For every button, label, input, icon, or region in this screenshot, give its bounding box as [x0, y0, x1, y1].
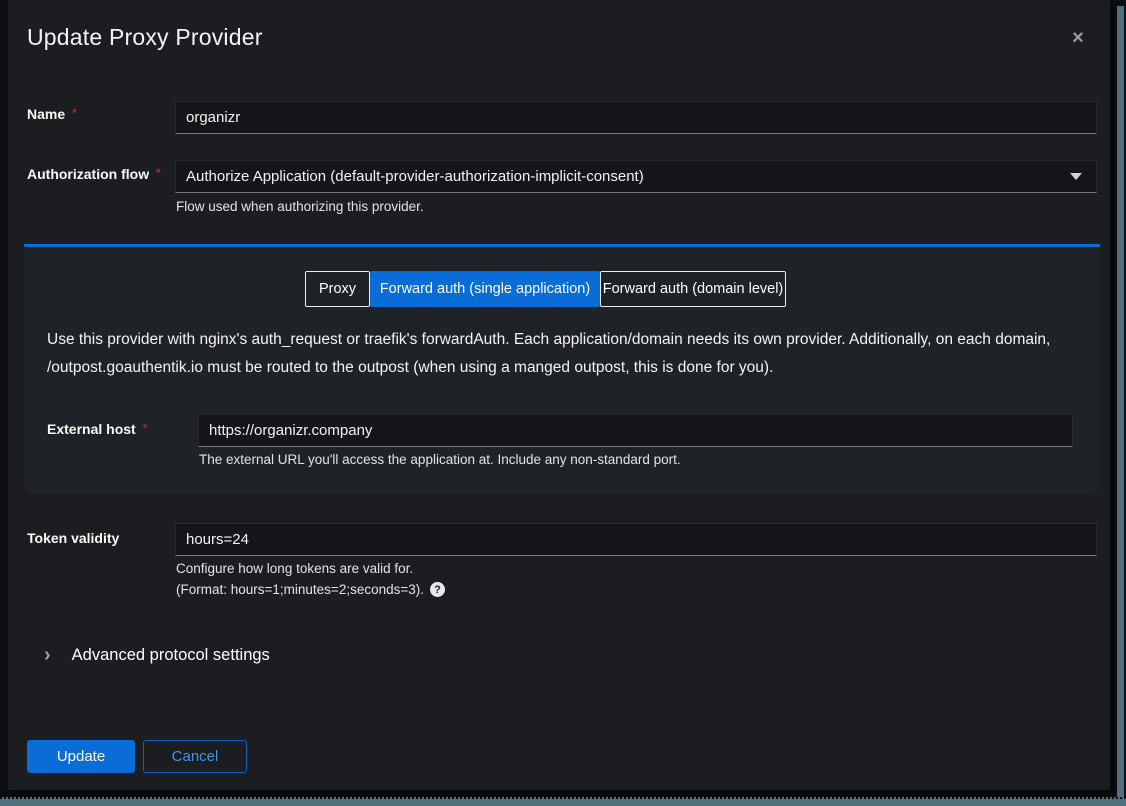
external-host-label-text: External host	[47, 421, 136, 437]
advanced-protocol-settings-expander[interactable]: › Advanced protocol settings	[44, 645, 270, 665]
update-button[interactable]: Update	[27, 740, 135, 773]
authorization-flow-select[interactable]: Authorize Application (default-provider-…	[175, 160, 1097, 193]
token-validity-help-line2: (Format: hours=1;minutes=2;seconds=3). ?	[176, 582, 445, 597]
name-label: Name *	[27, 106, 77, 122]
authorization-flow-label: Authorization flow *	[27, 166, 161, 182]
token-validity-label: Token validity	[27, 530, 119, 546]
chevron-down-icon	[1070, 173, 1082, 180]
window-frame-right-edge	[1117, 6, 1124, 797]
authorization-flow-help: Flow used when authorizing this provider…	[176, 199, 424, 214]
token-validity-format-text: (Format: hours=1;minutes=2;seconds=3).	[176, 582, 424, 597]
token-validity-help-line1: Configure how long tokens are valid for.	[176, 561, 413, 576]
required-asterisk: *	[156, 166, 161, 180]
external-host-input[interactable]	[198, 414, 1073, 447]
authorization-flow-label-text: Authorization flow	[27, 166, 149, 182]
external-host-help: The external URL you'll access the appli…	[199, 452, 681, 467]
update-proxy-provider-modal: Update Proxy Provider × Name * Authorizat…	[8, 0, 1110, 790]
tab-proxy[interactable]: Proxy	[305, 271, 370, 307]
modal-title: Update Proxy Provider	[27, 24, 263, 51]
cancel-button[interactable]: Cancel	[143, 740, 247, 773]
required-asterisk: *	[143, 421, 148, 435]
mode-description: Use this provider with nginx's auth_requ…	[47, 326, 1081, 382]
mode-toggle-group: Proxy Forward auth (single application) …	[305, 271, 786, 307]
token-validity-input[interactable]	[175, 523, 1097, 556]
chevron-right-icon: ›	[44, 645, 51, 665]
window-frame-bottom-edge	[0, 797, 1126, 806]
close-icon[interactable]: ×	[1066, 26, 1090, 50]
tab-forward-auth-single-application[interactable]: Forward auth (single application)	[370, 271, 600, 307]
name-input[interactable]	[175, 101, 1097, 134]
help-question-icon[interactable]: ?	[430, 582, 445, 597]
tab-forward-auth-domain-level[interactable]: Forward auth (domain level)	[600, 271, 786, 307]
advanced-protocol-settings-label: Advanced protocol settings	[72, 646, 270, 665]
external-host-label: External host *	[47, 421, 147, 437]
authorization-flow-selected-option: Authorize Application (default-provider-…	[186, 168, 644, 185]
required-asterisk: *	[72, 106, 77, 120]
name-label-text: Name	[27, 106, 65, 122]
mode-panel: Proxy Forward auth (single application) …	[24, 247, 1100, 493]
